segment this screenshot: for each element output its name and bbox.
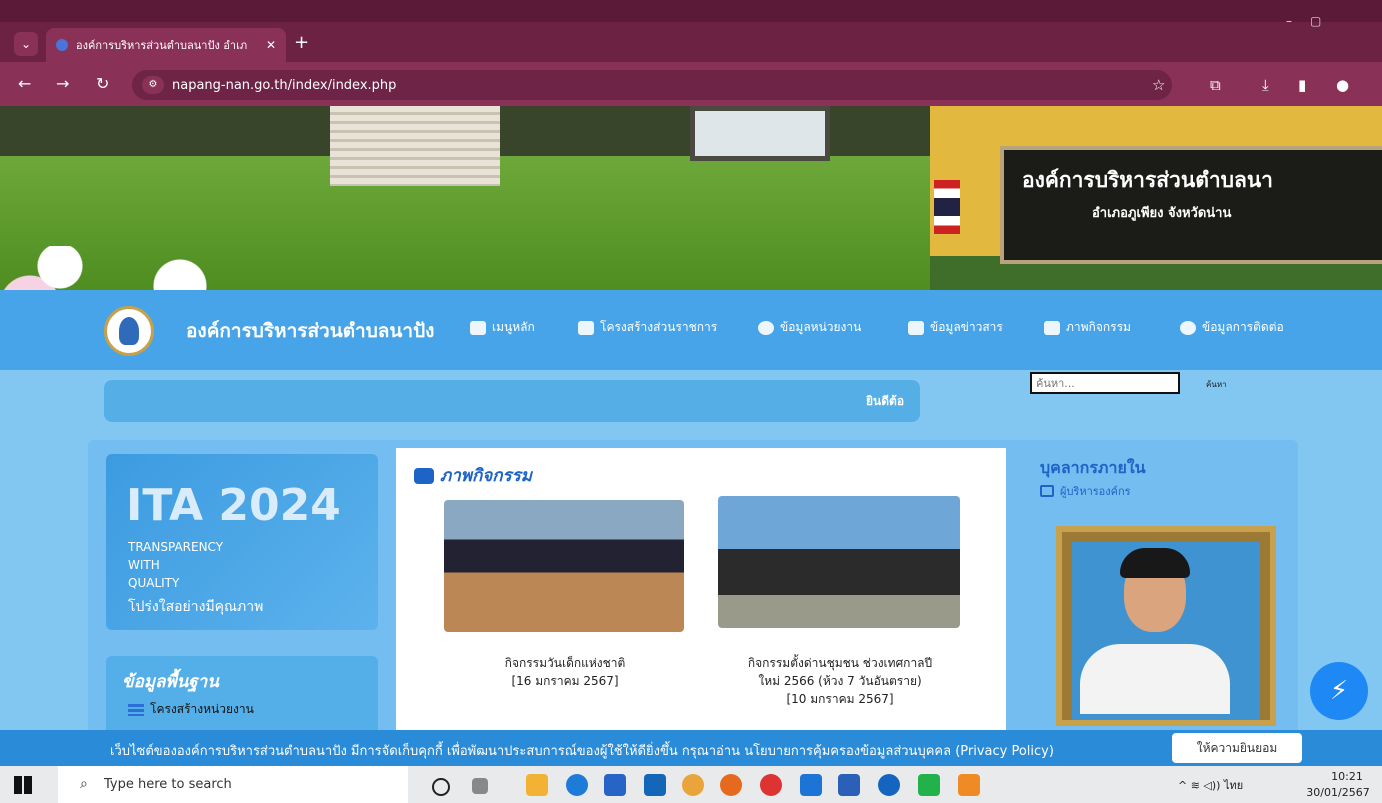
site-search-input[interactable] — [1030, 372, 1180, 394]
site-title[interactable]: องค์การบริหารส่วนตำบลนาปัง — [186, 316, 434, 346]
ita-line-3: QUALITY — [128, 576, 180, 590]
basic-info-structure-link[interactable]: โครงสร้างหน่วยงาน — [128, 700, 254, 719]
store-icon[interactable] — [604, 774, 626, 796]
ita-line-1: TRANSPARENCY — [128, 540, 224, 554]
building-window-image — [690, 106, 830, 161]
executive-link[interactable]: ผู้บริหารองค์กร — [1040, 482, 1131, 500]
camera-icon — [414, 467, 434, 484]
tab-close-icon[interactable]: ✕ — [266, 38, 276, 52]
file-explorer-icon[interactable] — [526, 774, 548, 796]
address-bar[interactable]: ⚙ napang-nan.go.th/index/index.php — [132, 70, 1172, 100]
chat-icon — [908, 320, 924, 335]
thai-flag-image — [934, 180, 960, 234]
cortana-icon[interactable] — [432, 778, 450, 796]
ita-line-2: WITH — [128, 558, 160, 572]
system-tray[interactable]: ^ ≋ ◁)) ไทย — [1178, 776, 1243, 794]
nav-agency-info[interactable]: ข้อมูลหน่วยงาน — [758, 318, 861, 337]
calendar-icon — [578, 320, 594, 335]
edge-icon[interactable] — [566, 774, 588, 796]
cookie-consent-text: เว็บไซต์ขององค์การบริหารส่วนตำบลนาปัง มี… — [110, 744, 1054, 759]
nav-main-menu[interactable]: เมนูหลัก — [470, 318, 535, 337]
side-panel-icon[interactable]: ▮ — [1298, 76, 1306, 94]
info-icon — [758, 320, 774, 335]
new-tab-button[interactable]: + — [294, 32, 309, 53]
word-icon[interactable] — [838, 774, 860, 796]
task-view-icon[interactable] — [472, 778, 488, 794]
tab-title: องค์การบริหารส่วนตำบลนาปัง อำเภ — [76, 39, 248, 52]
extensions-icon[interactable]: ⧉ — [1210, 76, 1221, 94]
activity-caption-2[interactable]: กิจกรรมตั้งด่านชุมชน ช่วงเทศกาลปี ใหม่ 2… — [720, 654, 960, 708]
sign-line-1: องค์การบริหารส่วนตำบลนา — [1022, 168, 1273, 192]
activities-heading: ภาพกิจกรรม — [414, 462, 532, 489]
info-circle-icon — [1180, 320, 1196, 335]
activity-photo-2[interactable] — [718, 496, 960, 628]
marquee-text: ยินดีต้อ — [866, 394, 905, 408]
nav-structure[interactable]: โครงสร้างส่วนราชการ — [578, 318, 717, 337]
list-icon — [128, 703, 144, 716]
bookmark-star-icon[interactable]: ☆ — [1152, 76, 1165, 94]
search-icon: ⌕ — [80, 776, 88, 792]
internet-explorer-icon[interactable] — [800, 774, 822, 796]
windows-start-icon[interactable] — [14, 776, 32, 794]
staff-heading: บุคลากรภายใน — [1040, 458, 1146, 477]
browser-tab[interactable]: องค์การบริหารส่วนตำบลนาปัง อำเภ ✕ — [46, 28, 286, 62]
forward-icon[interactable]: → — [56, 74, 69, 93]
welcome-marquee — [104, 380, 920, 422]
mail-icon[interactable] — [644, 774, 666, 796]
activity-caption-1[interactable]: กิจกรรมวันเด็กแห่งชาติ [16 มกราคม 2567] — [460, 654, 670, 690]
profile-icon[interactable]: ● — [1336, 76, 1349, 94]
cookie-accept-button[interactable]: ให้ความยินยอม — [1172, 733, 1302, 763]
clock-time[interactable]: 10:21 — [1312, 770, 1382, 783]
tab-search-button[interactable]: ⌄ — [14, 32, 38, 56]
clock-date[interactable]: 30/01/2567 — [1298, 786, 1378, 799]
reload-icon[interactable]: ↻ — [96, 74, 109, 93]
site-search-button[interactable]: ค้นหา — [1206, 378, 1227, 391]
messenger-chat-icon[interactable]: ⚡ — [1310, 662, 1368, 720]
nav-news[interactable]: ข้อมูลข่าวสาร — [908, 318, 1003, 337]
chrome-profile-icon[interactable] — [760, 774, 782, 796]
download-icon[interactable]: ⤓ — [1262, 76, 1269, 94]
language-indicator[interactable]: ไทย — [1224, 779, 1243, 792]
ita-thai-slogan: โปร่งใสอย่างมีคุณภาพ — [128, 599, 264, 615]
url-text: napang-nan.go.th/index/index.php — [172, 77, 397, 93]
site-favicon — [56, 39, 68, 51]
sign-line-2: อำเภอภูเพียง จังหวัดน่าน — [1092, 206, 1232, 221]
nav-contact[interactable]: ข้อมูลการติดต่อ — [1180, 318, 1284, 337]
taskbar-search-box[interactable]: Type here to search — [58, 766, 408, 803]
stairs-image — [330, 106, 500, 186]
line-icon[interactable] — [918, 774, 940, 796]
window-controls[interactable]: –▢ — [1286, 14, 1339, 28]
firefox-icon[interactable] — [720, 774, 742, 796]
executive-portrait — [1056, 526, 1276, 726]
nav-activities[interactable]: ภาพกิจกรรม — [1044, 318, 1131, 337]
ita-title: ITA 2024 — [126, 480, 341, 531]
chrome-icon[interactable] — [682, 774, 704, 796]
back-icon[interactable]: ← — [18, 74, 31, 93]
grid-icon — [470, 320, 486, 335]
infinity-app-icon[interactable] — [878, 774, 900, 796]
camera-icon — [1044, 320, 1060, 335]
cast-icon — [1040, 485, 1054, 497]
basic-info-title: ข้อมูลพื้นฐาน — [122, 672, 219, 692]
activity-photo-1[interactable] — [444, 500, 684, 632]
site-info-icon[interactable]: ⚙ — [142, 76, 164, 94]
organization-seal-logo[interactable] — [104, 306, 154, 356]
app-icon[interactable] — [958, 774, 980, 796]
